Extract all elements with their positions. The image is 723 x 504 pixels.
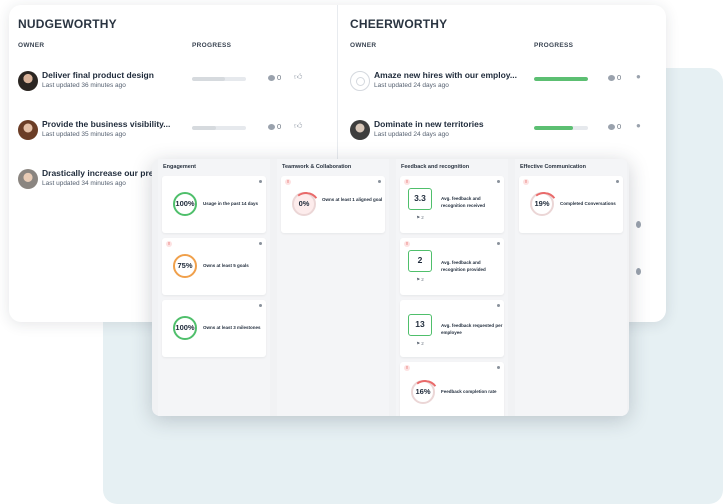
goal-title[interactable]: Provide the business visibility... <box>42 119 170 129</box>
lane-teamwork: Teamwork & Collaboration ! 0% Owns at le… <box>277 159 389 416</box>
avatar <box>350 120 370 140</box>
owner-header: OWNER <box>18 42 45 49</box>
goal-title[interactable]: Drastically increase our pres <box>42 168 158 178</box>
lane-title: Teamwork & Collaboration <box>282 164 352 170</box>
progress-bar <box>192 126 246 130</box>
goal-updated: Last updated 24 days ago <box>374 82 449 89</box>
lane-engagement: Engagement 100% Usage in the past 14 day… <box>158 159 270 416</box>
metric-value: 100% <box>173 316 197 340</box>
more-dot-icon[interactable] <box>497 304 500 307</box>
lane-title: Feedback and recognition <box>401 164 470 170</box>
thumbs-up-icon[interactable]: ● <box>636 121 641 130</box>
metric-card[interactable]: ! 0% Owns at least 1 aligned goal <box>281 176 385 233</box>
goal-row[interactable]: Provide the business visibility... Last … <box>9 119 337 149</box>
avatar <box>18 169 38 189</box>
metric-card[interactable]: 100% Usage in the past 14 days <box>162 176 266 233</box>
metric-value: 100% <box>173 192 197 216</box>
goal-updated: Last updated 24 days ago <box>374 131 449 138</box>
marketing-composition: NUDGEWORTHY OWNER PROGRESS Deliver final… <box>0 0 723 504</box>
thumbs-up-icon[interactable]: 👍︎ <box>294 72 302 82</box>
metric-card[interactable]: ! 2 ⚑ 2 Avg. feedback and recognition pr… <box>400 238 504 295</box>
goal-updated: Last updated 36 minutes ago <box>42 82 126 89</box>
speech-bubble-icon <box>608 75 615 81</box>
metric-label: Usage in the past 14 days <box>203 201 259 206</box>
goal-title[interactable]: Deliver final product design <box>42 70 154 80</box>
alert-icon: ! <box>404 241 410 247</box>
metric-value: 19% <box>530 192 554 216</box>
more-dot-icon[interactable] <box>616 180 619 183</box>
owner-header: OWNER <box>350 42 377 49</box>
more-dot-icon[interactable] <box>497 242 500 245</box>
more-dot-icon[interactable] <box>259 180 262 183</box>
alert-icon: ! <box>404 365 410 371</box>
alert-icon: ! <box>166 241 172 247</box>
lane-title: Effective Communication <box>520 164 587 170</box>
more-dot-icon <box>636 221 641 228</box>
comment-count[interactable]: 0 <box>608 122 621 131</box>
more-dot-icon[interactable] <box>378 180 381 183</box>
lane-feedback: Feedback and recognition ! 3.3 ⚑ 2 Avg. … <box>396 159 508 416</box>
avatar <box>18 120 38 140</box>
cheerworthy-title: CHEERWORTHY <box>350 17 448 31</box>
comment-count[interactable]: 0 <box>268 73 281 82</box>
goal-updated: Last updated 35 minutes ago <box>42 131 126 138</box>
goal-row[interactable]: Amaze new hires with our employ... Last … <box>338 70 666 100</box>
thumbs-up-icon[interactable]: 👍︎ <box>294 121 302 131</box>
thumbs-up-icon[interactable]: ● <box>636 72 641 81</box>
metric-label: Owns at least 5 goals <box>203 263 249 268</box>
goal-row[interactable]: Dominate in new territories Last updated… <box>338 119 666 149</box>
progress-bar <box>534 77 588 81</box>
progress-header: PROGRESS <box>534 42 574 49</box>
flag-count: ⚑ 2 <box>416 215 424 220</box>
lane-title: Engagement <box>163 164 197 170</box>
metric-card[interactable]: ! 3.3 ⚑ 2 Avg. feedback and recognition … <box>400 176 504 233</box>
metric-card[interactable]: ! 75% Owns at least 5 goals <box>162 238 266 295</box>
metric-value: 16% <box>411 380 435 404</box>
speech-bubble-icon <box>268 124 275 130</box>
metric-value: 3.3 <box>408 188 432 210</box>
flag-count: ⚑ 2 <box>416 341 424 346</box>
metric-value: 0% <box>292 192 316 216</box>
metric-value: 75% <box>173 254 197 278</box>
more-dot-icon <box>636 268 641 275</box>
alert-icon: ! <box>523 179 529 185</box>
goal-title[interactable]: Dominate in new territories <box>374 119 484 129</box>
metric-label: Owns at least 1 aligned goal <box>322 197 383 202</box>
metric-card[interactable]: 13 ⚑ 2 Avg. feedback requested per emplo… <box>400 300 504 357</box>
insights-board: Engagement 100% Usage in the past 14 day… <box>152 159 629 416</box>
alert-icon: ! <box>404 179 410 185</box>
speech-bubble-icon <box>268 75 275 81</box>
metric-label: Avg. feedback and recognition provided <box>441 260 486 272</box>
metric-value: 13 <box>408 314 432 336</box>
comment-count[interactable]: 0 <box>608 73 621 82</box>
progress-bar <box>534 126 588 130</box>
metric-card[interactable]: 100% Owns at least 3 milestones <box>162 300 266 357</box>
lane-communication: Effective Communication ! 19% Completed … <box>515 159 627 416</box>
flag-count: ⚑ 2 <box>416 277 424 282</box>
metric-label: Feedback completion rate <box>441 389 497 394</box>
speech-bubble-icon <box>608 124 615 130</box>
progress-bar <box>192 77 246 81</box>
metric-card[interactable]: ! 19% Completed Conversations <box>519 176 623 233</box>
metric-label: Completed Conversations <box>560 201 616 206</box>
more-dot-icon[interactable] <box>497 180 500 183</box>
more-dot-icon[interactable] <box>497 366 500 369</box>
metric-label: Avg. feedback and recognition received <box>441 196 486 208</box>
goal-row[interactable]: Deliver final product design Last update… <box>9 70 337 100</box>
metric-label: Avg. feedback requested per employee <box>441 323 503 335</box>
goal-title[interactable]: Amaze new hires with our employ... <box>374 70 517 80</box>
more-dot-icon[interactable] <box>259 242 262 245</box>
avatar <box>18 71 38 91</box>
progress-header: PROGRESS <box>192 42 232 49</box>
metric-label: Owns at least 3 milestones <box>203 325 261 330</box>
metric-value: 2 <box>408 250 432 272</box>
comment-count[interactable]: 0 <box>268 122 281 131</box>
alert-icon: ! <box>285 179 291 185</box>
goal-updated: Last updated 34 minutes ago <box>42 180 126 187</box>
more-dot-icon[interactable] <box>259 304 262 307</box>
nudgeworthy-title: NUDGEWORTHY <box>18 17 117 31</box>
metric-card[interactable]: ! 16% Feedback completion rate <box>400 362 504 416</box>
avatar-placeholder <box>350 71 370 91</box>
